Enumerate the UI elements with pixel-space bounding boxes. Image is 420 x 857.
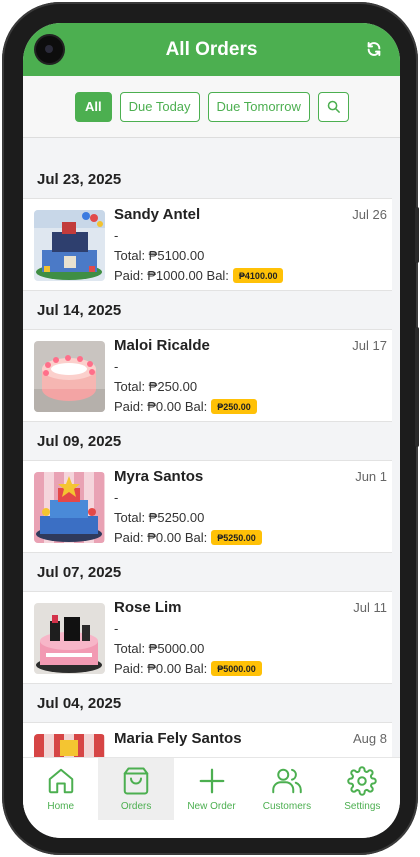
order-paid: Paid: ₱0.00 Bal: ₱5250.00 xyxy=(114,530,262,545)
bottom-navigation: Home Orders New Order Customers Settings xyxy=(23,757,400,820)
nav-home[interactable]: Home xyxy=(23,758,98,820)
customer-name: Rose Lim xyxy=(114,599,182,616)
power-button xyxy=(415,327,419,447)
paid-label: Paid: ₱0.00 Bal: xyxy=(114,661,208,676)
refresh-icon[interactable] xyxy=(366,41,382,57)
customer-name: Maloi Ricalde xyxy=(114,337,210,354)
filter-all-button[interactable]: All xyxy=(75,91,112,122)
due-date: Jun 1 xyxy=(355,469,387,484)
balance-badge: ₱250.00 xyxy=(211,399,257,414)
app-header: All Orders xyxy=(23,23,400,76)
order-item[interactable]: Myra Santos Jun 1 - Total: ₱5250.00 Paid… xyxy=(23,461,392,553)
balance-badge: ₱5250.00 xyxy=(211,530,262,545)
order-thumbnail xyxy=(34,210,105,281)
plus-icon xyxy=(199,768,224,794)
home-icon xyxy=(48,768,73,794)
customer-name: Myra Santos xyxy=(114,468,204,485)
paid-label: Paid: ₱0.00 Bal: xyxy=(114,530,208,545)
nav-label: Settings xyxy=(344,801,381,812)
gear-icon xyxy=(347,766,378,796)
app-screen: All Orders All Due Today Due Tomorrow Ju… xyxy=(23,23,400,838)
due-date: Aug 8 xyxy=(353,731,387,746)
filter-due-today-button[interactable]: Due Today xyxy=(119,91,200,122)
due-date: Jul 26 xyxy=(352,207,387,222)
users-icon xyxy=(272,768,302,794)
customer-name: Maria Fely Santos xyxy=(114,730,242,747)
order-paid: Paid: ₱1000.00 Bal: ₱4100.00 xyxy=(114,268,284,283)
bottom-safe-area xyxy=(23,820,400,838)
volume-button xyxy=(415,207,419,263)
date-header: Jul 14, 2025 xyxy=(23,291,392,330)
order-item[interactable]: Maloi Ricalde Jul 17 - Total: ₱250.00 Pa… xyxy=(23,330,392,422)
page-title: All Orders xyxy=(165,38,258,60)
search-button[interactable] xyxy=(317,91,349,122)
order-paid: Paid: ₱0.00 Bal: ₱5000.00 xyxy=(114,661,262,676)
due-date: Jul 11 xyxy=(353,600,387,615)
balance-badge: ₱5000.00 xyxy=(211,661,262,676)
nav-label: Orders xyxy=(120,801,152,812)
order-total: Total: ₱250.00 xyxy=(114,379,198,394)
paid-label: Paid: ₱1000.00 Bal: xyxy=(114,268,229,283)
order-total: Total: ₱5000.00 xyxy=(114,641,205,656)
order-total: Total: ₱5250.00 xyxy=(114,510,205,525)
order-thumbnail xyxy=(34,472,105,543)
order-item[interactable]: Sandy Antel Jul 26 - Total: ₱5100.00 Pai… xyxy=(23,199,392,291)
camera-icon xyxy=(36,36,63,63)
filter-bar: All Due Today Due Tomorrow xyxy=(23,76,400,138)
paid-label: Paid: ₱0.00 Bal: xyxy=(114,399,208,414)
order-note: - xyxy=(114,490,119,505)
date-header: Jul 23, 2025 xyxy=(23,160,392,199)
orders-list: Jul 23, 2025 Sandy Antel Jul 26 - Total:… xyxy=(23,160,392,815)
nav-customers[interactable]: Customers xyxy=(249,758,324,820)
order-thumbnail xyxy=(34,603,105,674)
date-header: Jul 09, 2025 xyxy=(23,422,392,461)
order-paid: Paid: ₱0.00 Bal: ₱250.00 xyxy=(114,399,257,414)
nav-label: Home xyxy=(47,801,75,812)
scroll-gutter xyxy=(392,160,400,780)
due-date: Jul 17 xyxy=(352,338,387,353)
shopping-bag-icon xyxy=(123,767,149,795)
order-thumbnail xyxy=(34,341,105,412)
order-note: - xyxy=(114,359,119,374)
phone-frame: All Orders All Due Today Due Tomorrow Ju… xyxy=(2,2,419,855)
date-header: Jul 07, 2025 xyxy=(23,553,392,592)
order-item[interactable]: Rose Lim Jul 11 - Total: ₱5000.00 Paid: … xyxy=(23,592,392,684)
nav-orders[interactable]: Orders xyxy=(98,758,174,820)
filter-due-tomorrow-button[interactable]: Due Tomorrow xyxy=(207,91,310,122)
nav-label: Customers xyxy=(262,801,312,812)
balance-badge: ₱4100.00 xyxy=(232,268,284,283)
order-note: - xyxy=(114,621,119,636)
order-note: - xyxy=(114,228,119,243)
date-header: Jul 04, 2025 xyxy=(23,684,392,723)
nav-label: New Order xyxy=(187,801,236,812)
search-icon xyxy=(327,100,340,113)
order-total: Total: ₱5100.00 xyxy=(114,248,205,263)
nav-settings[interactable]: Settings xyxy=(325,758,400,820)
customer-name: Sandy Antel xyxy=(114,206,201,223)
nav-new-order[interactable]: New Order xyxy=(174,758,249,820)
